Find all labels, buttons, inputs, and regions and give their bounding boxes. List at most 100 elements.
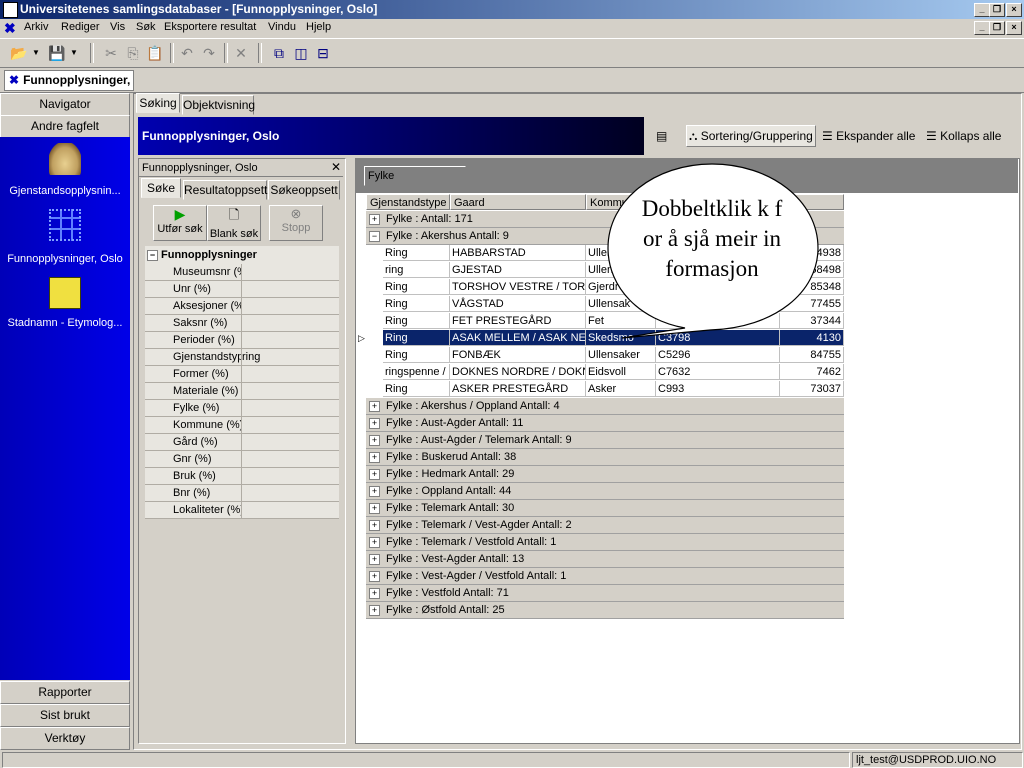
expand-icon[interactable]: + (369, 554, 380, 565)
cabinet-icon (49, 277, 81, 309)
expand-icon[interactable]: + (369, 537, 380, 548)
restore-icon[interactable]: ❐ (989, 3, 1005, 17)
tab-objektvisning[interactable]: Objektvisning (182, 95, 255, 115)
save-dropdown-icon[interactable]: ▼ (68, 42, 80, 64)
delete-icon[interactable]: ✕ (230, 42, 252, 64)
group-row[interactable]: + Fylke : Aust-Agder Antall: 11 (366, 415, 844, 432)
expand-icon[interactable]: + (369, 435, 380, 446)
sort-group-button[interactable]: ⛬ Sortering/Gruppering (686, 125, 816, 147)
collapse-icon[interactable]: − (369, 231, 380, 242)
copy-icon[interactable]: ⎘ (122, 42, 144, 64)
expand-all-button[interactable]: ☰ Ekspander alle (822, 126, 915, 146)
property-value-field[interactable] (241, 281, 340, 297)
menu-eksportere[interactable]: Eksportere resultat (164, 21, 256, 33)
verktoy-button[interactable]: Verktøy (0, 727, 130, 750)
tab-soking[interactable]: Søking (136, 93, 180, 113)
menu-vindu[interactable]: Vindu (268, 21, 296, 33)
property-value-field[interactable] (241, 485, 340, 501)
menu-hjelp[interactable]: Hjelp (306, 21, 331, 33)
property-value-field[interactable] (241, 366, 340, 382)
expand-icon[interactable]: + (369, 605, 380, 616)
minimize-icon[interactable]: _ (974, 3, 990, 17)
expand-icon[interactable]: + (369, 520, 380, 531)
collapse-all-button[interactable]: ☰ Kollaps alle (926, 126, 1001, 146)
blank-search-button[interactable]: 🗋 Blank søk (207, 205, 261, 241)
nav-item-funnopplysninger[interactable]: Funnopplysninger, Oslo (0, 209, 130, 265)
andre-fagfelt-button[interactable]: Andre fagfelt (0, 115, 130, 138)
property-value-field[interactable] (241, 400, 340, 416)
redo-icon[interactable]: ↷ (198, 42, 220, 64)
property-value-field[interactable] (241, 315, 340, 331)
expand-icon[interactable]: + (369, 588, 380, 599)
group-row[interactable]: + Fylke : Vest-Agder Antall: 13 (366, 551, 844, 568)
open-dropdown-icon[interactable]: ▼ (30, 42, 42, 64)
group-row[interactable]: + Fylke : Akershus / Oppland Antall: 4 (366, 398, 844, 415)
table-row[interactable]: Ring FONBÆK Ullensaker C5296 84755 (366, 347, 844, 363)
group-row[interactable]: + Fylke : Vest-Agder / Vestfold Antall: 1 (366, 568, 844, 585)
sist-brukt-button[interactable]: Sist brukt (0, 704, 130, 727)
property-value-field[interactable] (241, 434, 340, 450)
property-value-field[interactable] (241, 451, 340, 467)
table-row[interactable]: ringspenne / DOKNES NORDRE / DOKN Eidsvoll… (366, 364, 844, 380)
run-search-button[interactable]: ▶ Utfør søk (153, 205, 207, 241)
group-row[interactable]: + Fylke : Østfold Antall: 25 (366, 602, 844, 619)
group-row[interactable]: + Fylke : Aust-Agder / Telemark Antall: 9 (366, 432, 844, 449)
tab-resultatoppsett[interactable]: Resultatoppsett (183, 180, 267, 200)
property-value-field[interactable] (241, 298, 340, 314)
expand-icon[interactable]: + (369, 452, 380, 463)
expand-icon[interactable]: + (369, 571, 380, 582)
cut-icon[interactable]: ✂ (100, 42, 122, 64)
cascade-windows-icon[interactable]: ⧉ (268, 42, 290, 64)
close-icon[interactable]: × (1006, 3, 1022, 17)
group-row[interactable]: + Fylke : Buskerud Antall: 38 (366, 449, 844, 466)
document-tab[interactable]: ✖Funnopplysninger, Oslo (4, 70, 134, 91)
open-folder-icon[interactable]: 📂 (8, 42, 30, 64)
close-panel-icon[interactable]: ✕ (331, 160, 341, 174)
table-row[interactable]: Ring ASKER PRESTEGÅRD Asker C993 73037 (366, 381, 844, 397)
nav-item-stadnamn[interactable]: Stadnamn - Etymolog... (0, 277, 130, 329)
group-row[interactable]: + Fylke : Telemark / Vest-Agder Antall: 2 (366, 517, 844, 534)
menu-rediger[interactable]: Rediger (61, 21, 100, 33)
stop-button[interactable]: ⊗ Stopp (269, 205, 323, 241)
save-icon[interactable]: 💾 (46, 42, 68, 64)
property-name: Materiale (%) (173, 385, 239, 397)
property-value-field[interactable] (241, 332, 340, 348)
expand-icon[interactable]: + (369, 418, 380, 429)
menu-vis[interactable]: Vis (110, 21, 125, 33)
expand-icon[interactable]: + (369, 401, 380, 412)
navigator-button[interactable]: Navigator (0, 93, 130, 116)
property-value-field[interactable]: ring (241, 349, 340, 365)
mdi-restore-icon[interactable]: ❐ (989, 21, 1005, 35)
group-row[interactable]: + Fylke : Vestfold Antall: 71 (366, 585, 844, 602)
mdi-minimize-icon[interactable]: _ (974, 21, 990, 35)
property-value-field[interactable] (241, 502, 340, 518)
tile-vertical-icon[interactable]: ◫ (290, 42, 312, 64)
property-value-field[interactable] (241, 468, 340, 484)
paste-icon[interactable]: 📋 (144, 42, 166, 64)
column-header-gjenstandstype[interactable]: Gjenstandstype (366, 194, 450, 210)
tab-sokeoppsett[interactable]: Søkeoppsett (268, 180, 340, 200)
properties-icon[interactable]: ▤ (656, 126, 667, 146)
property-group[interactable]: − Funnopplysninger (145, 247, 339, 263)
property-value-field[interactable] (241, 417, 340, 433)
menu-sok[interactable]: Søk (136, 21, 156, 33)
property-value-field[interactable] (241, 264, 340, 280)
tab-soke[interactable]: Søke (141, 178, 181, 198)
column-header-gaard[interactable]: Gaard (450, 194, 586, 210)
expand-icon[interactable]: + (369, 214, 380, 225)
expand-icon[interactable]: + (369, 486, 380, 497)
property-value-field[interactable] (241, 383, 340, 399)
group-row[interactable]: + Fylke : Oppland Antall: 44 (366, 483, 844, 500)
group-row[interactable]: + Fylke : Telemark Antall: 30 (366, 500, 844, 517)
menu-arkiv[interactable]: Arkiv (24, 21, 48, 33)
rapporter-button[interactable]: Rapporter (0, 681, 130, 704)
tile-horizontal-icon[interactable]: ⊟ (312, 42, 334, 64)
group-row[interactable]: + Fylke : Hedmark Antall: 29 (366, 466, 844, 483)
group-row[interactable]: + Fylke : Telemark / Vestfold Antall: 1 (366, 534, 844, 551)
expand-icon[interactable]: + (369, 469, 380, 480)
mdi-close-icon[interactable]: × (1006, 21, 1022, 35)
undo-icon[interactable]: ↶ (176, 42, 198, 64)
nav-item-gjenstandsopplysninger[interactable]: Gjenstandsopplysnin... (0, 143, 130, 197)
group-by-chip[interactable]: Fylke ▲ (364, 166, 466, 186)
expand-icon[interactable]: + (369, 503, 380, 514)
